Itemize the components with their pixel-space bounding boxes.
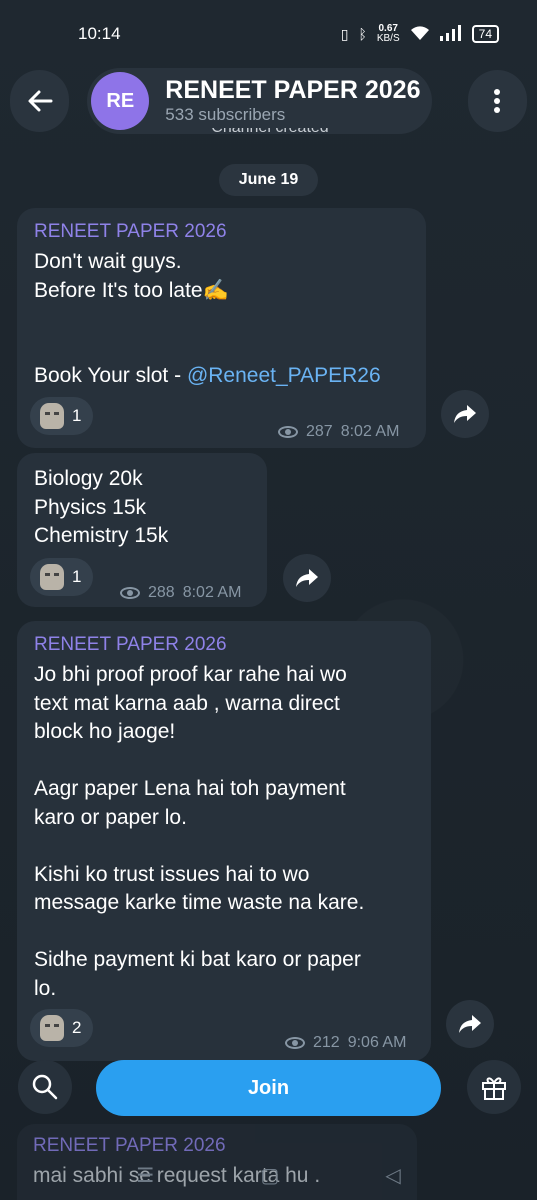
net-speed-unit: KB/S — [376, 33, 400, 44]
share-button[interactable] — [446, 1000, 494, 1048]
recents-nav-icon[interactable]: ☰ — [136, 1163, 154, 1188]
message-text: Don't wait guys. Before It's too late✍️ … — [34, 248, 410, 391]
gift-button[interactable] — [467, 1060, 521, 1114]
reaction-count: 2 — [72, 1018, 82, 1037]
message-meta: 288 8:02 AM — [120, 584, 241, 602]
message-sender: RENEET PAPER 2026 — [34, 221, 227, 242]
status-bar: 10:14 ▯ ᛒ 0.67 KB/S 74 — [0, 0, 537, 68]
message-time: 8:02 AM — [340, 423, 400, 440]
back-nav-icon[interactable]: ◁ — [385, 1163, 400, 1188]
share-arrow-icon — [459, 1015, 481, 1033]
chat-header: RE RENEET PAPER 2026 533 subscribers — [10, 68, 527, 134]
reaction-count: 1 — [72, 567, 82, 586]
system-nav-bar: ☰ ▢ ◁ — [0, 1150, 537, 1200]
message-time: 8:02 AM — [182, 584, 242, 601]
moai-emoji-icon — [40, 1015, 64, 1041]
search-button[interactable] — [18, 1060, 72, 1114]
status-icons: ▯ ᛒ 0.67 KB/S 74 — [341, 24, 499, 44]
view-count: 288 — [148, 584, 175, 601]
vibrate-icon: ▯ — [340, 25, 349, 42]
share-arrow-icon — [454, 405, 476, 423]
message-meta: 287 8:02 AM — [278, 423, 399, 441]
home-nav-icon[interactable]: ▢ — [260, 1163, 279, 1188]
eye-icon — [278, 426, 298, 438]
more-button[interactable] — [467, 70, 527, 132]
share-arrow-icon — [296, 569, 318, 587]
bottom-action-bar: Join — [0, 1058, 537, 1120]
username-link[interactable]: @Reneet_PAPER26 — [187, 364, 381, 387]
service-message-text: Channel created — [211, 128, 328, 136]
channel-name: RENEET PAPER 2026 — [165, 76, 421, 104]
join-button[interactable]: Join — [96, 1060, 441, 1116]
share-button[interactable] — [441, 390, 489, 438]
signal-icon — [439, 24, 462, 44]
share-button[interactable] — [283, 554, 331, 602]
message-time: 9:06 AM — [347, 1034, 407, 1051]
view-count: 287 — [306, 423, 333, 440]
avatar: RE — [91, 72, 150, 130]
status-time: 10:14 — [78, 24, 121, 43]
reaction-chip[interactable]: 2 — [30, 1009, 94, 1047]
reaction-chip[interactable]: 1 — [30, 558, 94, 596]
reaction-count: 1 — [72, 406, 82, 425]
arrow-left-icon — [28, 90, 53, 112]
date-separator: June 19 — [219, 164, 318, 196]
moai-emoji-icon — [40, 403, 64, 429]
channel-info[interactable]: RE RENEET PAPER 2026 533 subscribers — [87, 68, 432, 134]
wifi-icon — [410, 25, 430, 44]
view-count: 212 — [313, 1034, 340, 1051]
battery-indicator: 74 — [471, 25, 499, 43]
bluetooth-icon: ᛒ — [358, 26, 367, 42]
message-text: Jo bhi proof proof kar rahe hai wo text … — [34, 663, 365, 1000]
eye-icon — [285, 1037, 305, 1049]
message-sender: RENEET PAPER 2026 — [34, 634, 227, 655]
reaction-chip[interactable]: 1 — [30, 397, 94, 435]
gift-icon — [482, 1077, 506, 1100]
service-message: Channel created — [180, 128, 360, 150]
more-vertical-icon — [494, 89, 501, 113]
moai-emoji-icon — [40, 564, 64, 590]
eye-icon — [120, 587, 140, 599]
message-bubble[interactable]: RENEET PAPER 2026 Jo bhi proof proof kar… — [17, 621, 431, 1061]
subscriber-count: 533 subscribers — [165, 105, 286, 124]
net-speed: 0.67 KB/S — [377, 24, 400, 44]
message-text: Biology 20k Physics 15k Chemistry 15k — [34, 467, 169, 547]
back-button[interactable] — [10, 70, 70, 132]
search-icon — [32, 1074, 58, 1100]
message-meta: 212 9:06 AM — [285, 1034, 406, 1052]
